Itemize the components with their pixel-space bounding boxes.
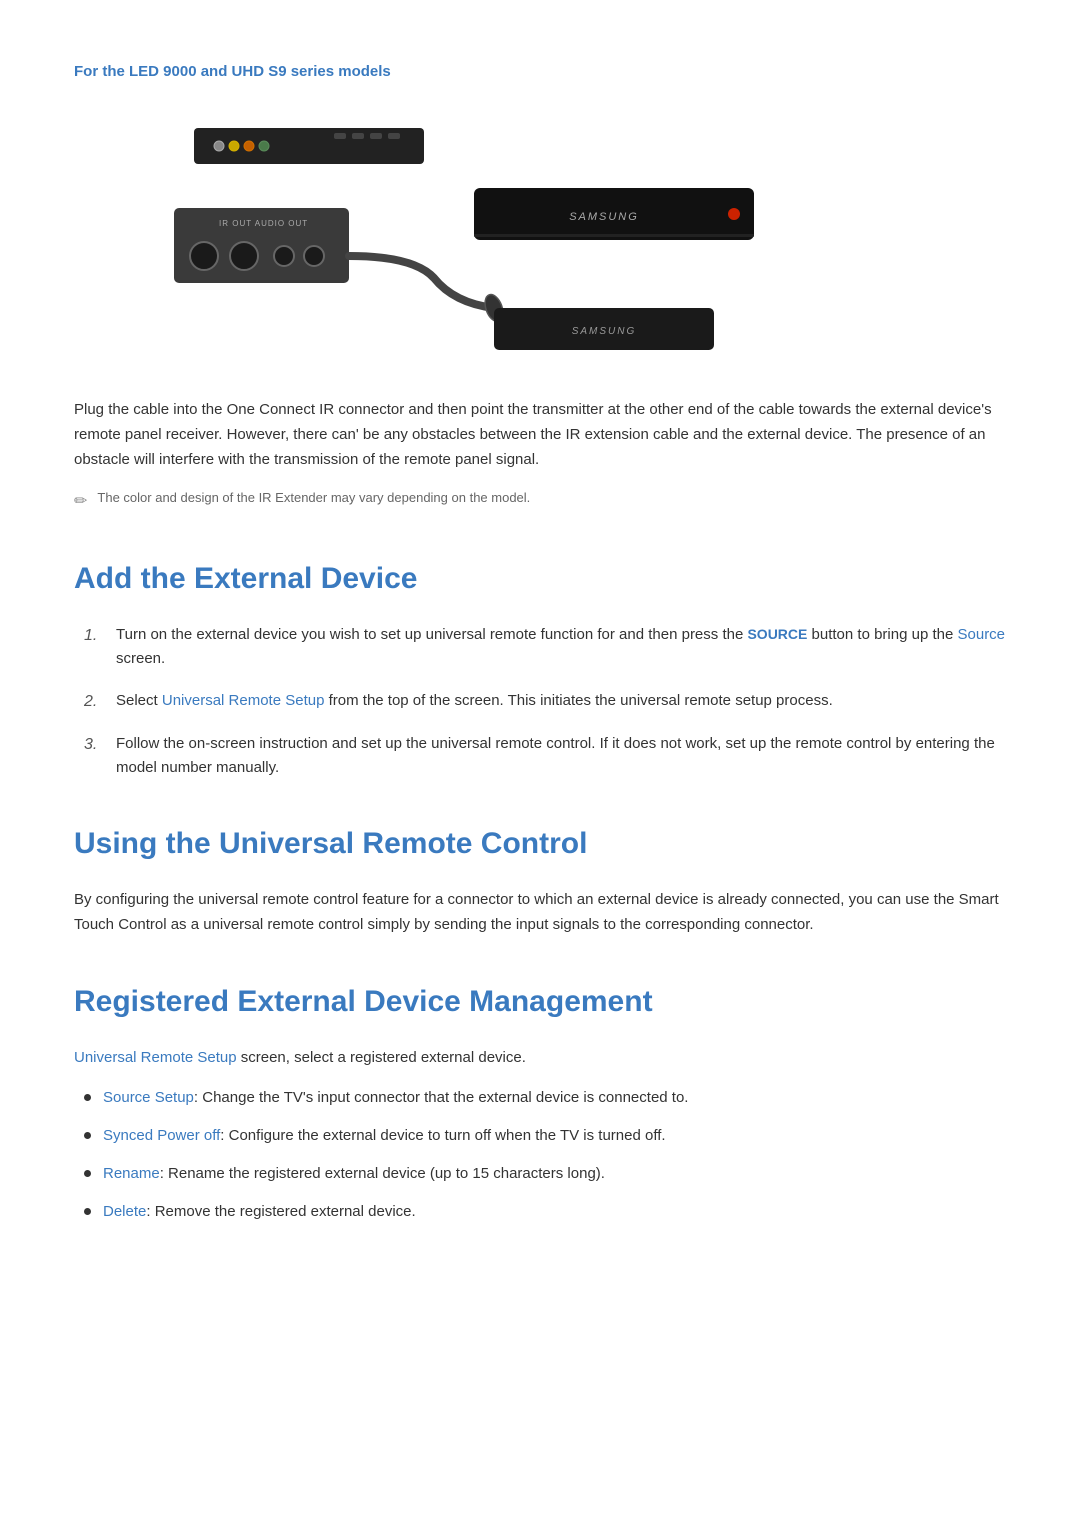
section2-heading: Using the Universal Remote Control	[74, 820, 1006, 868]
list-item-3: 3. Follow the on-screen instruction and …	[84, 732, 1006, 780]
section3-bullet-list: Source Setup: Change the TV's input conn…	[74, 1086, 1006, 1224]
section3-heading: Registered External Device Management	[74, 978, 1006, 1026]
list-item-3-text: Follow the on-screen instruction and set…	[116, 732, 1006, 780]
page-subtitle: For the LED 9000 and UHD S9 series model…	[74, 60, 1006, 84]
universal-remote-setup-link-2: Universal Remote Setup	[74, 1049, 237, 1066]
bullet-text-1: Source Setup: Change the TV's input conn…	[103, 1086, 688, 1110]
universal-remote-setup-link: Universal Remote Setup	[162, 692, 325, 709]
list-item-2-text: Select Universal Remote Setup from the t…	[116, 689, 833, 713]
note-row: ✏ The color and design of the IR Extende…	[74, 488, 1006, 515]
list-item-2: 2. Select Universal Remote Setup from th…	[84, 689, 1006, 715]
list-num-2: 2.	[84, 689, 104, 715]
bullet-text-3: Rename: Rename the registered external d…	[103, 1162, 605, 1186]
svg-text:SAMSUNG: SAMSUNG	[572, 326, 637, 337]
rename-link: Rename	[103, 1165, 160, 1182]
list-item-1: 1. Turn on the external device you wish …	[84, 623, 1006, 671]
bullet-item-source-setup: Source Setup: Change the TV's input conn…	[84, 1086, 1006, 1110]
bullet-item-delete: Delete: Remove the registered external d…	[84, 1200, 1006, 1224]
section1-list: 1. Turn on the external device you wish …	[74, 623, 1006, 781]
list-num-3: 3.	[84, 732, 104, 758]
bullet-text-4: Delete: Remove the registered external d…	[103, 1200, 416, 1224]
source-button-link: SOURCE	[747, 626, 807, 642]
bullet-item-rename: Rename: Rename the registered external d…	[84, 1162, 1006, 1186]
pencil-icon: ✏	[74, 489, 87, 515]
bullet-dot-1	[84, 1094, 91, 1101]
svg-text:IR OUT AUDIO OUT: IR OUT AUDIO OUT	[219, 219, 308, 228]
note-text: The color and design of the IR Extender …	[97, 488, 530, 509]
section3-intro: Universal Remote Setup screen, select a …	[74, 1046, 1006, 1070]
intro-paragraph: Plug the cable into the One Connect IR c…	[74, 398, 1006, 472]
device-illustration: IR OUT AUDIO OUT SAMSUNG SAMSUNG	[74, 108, 774, 368]
section3-intro-text: screen, select a registered external dev…	[237, 1049, 526, 1066]
bullet-text-2: Synced Power off: Configure the external…	[103, 1124, 666, 1148]
delete-link: Delete	[103, 1203, 146, 1220]
bullet-dot-3	[84, 1170, 91, 1177]
bullet-dot-4	[84, 1208, 91, 1215]
svg-text:SAMSUNG: SAMSUNG	[569, 211, 639, 223]
list-num-1: 1.	[84, 623, 104, 649]
synced-power-link: Synced Power off	[103, 1127, 220, 1144]
bullet-dot-2	[84, 1132, 91, 1139]
source-screen-link: Source	[958, 626, 1006, 643]
section1-heading: Add the External Device	[74, 555, 1006, 603]
source-setup-link: Source Setup	[103, 1089, 194, 1106]
list-item-1-text: Turn on the external device you wish to …	[116, 623, 1006, 671]
bullet-item-synced-power: Synced Power off: Configure the external…	[84, 1124, 1006, 1148]
section2-body: By configuring the universal remote cont…	[74, 888, 1006, 938]
